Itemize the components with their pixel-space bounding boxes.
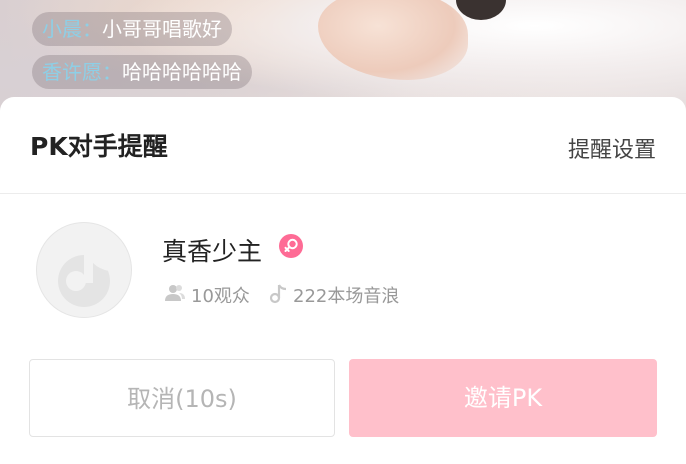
chat-message: 小晨：小哥哥唱歌好 [32,12,232,46]
avatar[interactable] [36,222,132,318]
panel-title: PK对手提醒 [30,132,168,161]
panel-header: PK对手提醒 提醒设置 [0,97,686,194]
audience-icon [165,285,185,301]
photo-hand [318,0,468,80]
reminder-settings-link[interactable]: 提醒设置 [568,132,656,164]
invite-pk-button[interactable]: 邀请PK [349,359,657,437]
opponent-name: 真香少主 [162,237,263,266]
chat-message: 香许愿：哈哈哈哈哈哈 [32,55,252,89]
sound-wave-count: 222本场音浪 [293,286,400,307]
female-gender-icon [279,234,303,258]
chat-text: 小哥哥唱歌好 [102,17,222,41]
chat-username: 香许愿： [42,60,122,84]
default-avatar-icon [58,249,110,307]
chat-text: 哈哈哈哈哈哈 [122,60,242,84]
pk-reminder-panel: PK对手提醒 提醒设置 真香少主 10观众 222本场音浪 取消(10s) 邀请… [0,97,686,464]
cancel-button[interactable]: 取消(10s) [29,359,335,437]
audience-count: 10观众 [191,286,250,307]
chat-username: 小晨： [42,17,102,41]
photo-hair [456,0,506,20]
music-note-icon [269,284,287,304]
opponent-card: 真香少主 10观众 222本场音浪 [0,194,686,324]
